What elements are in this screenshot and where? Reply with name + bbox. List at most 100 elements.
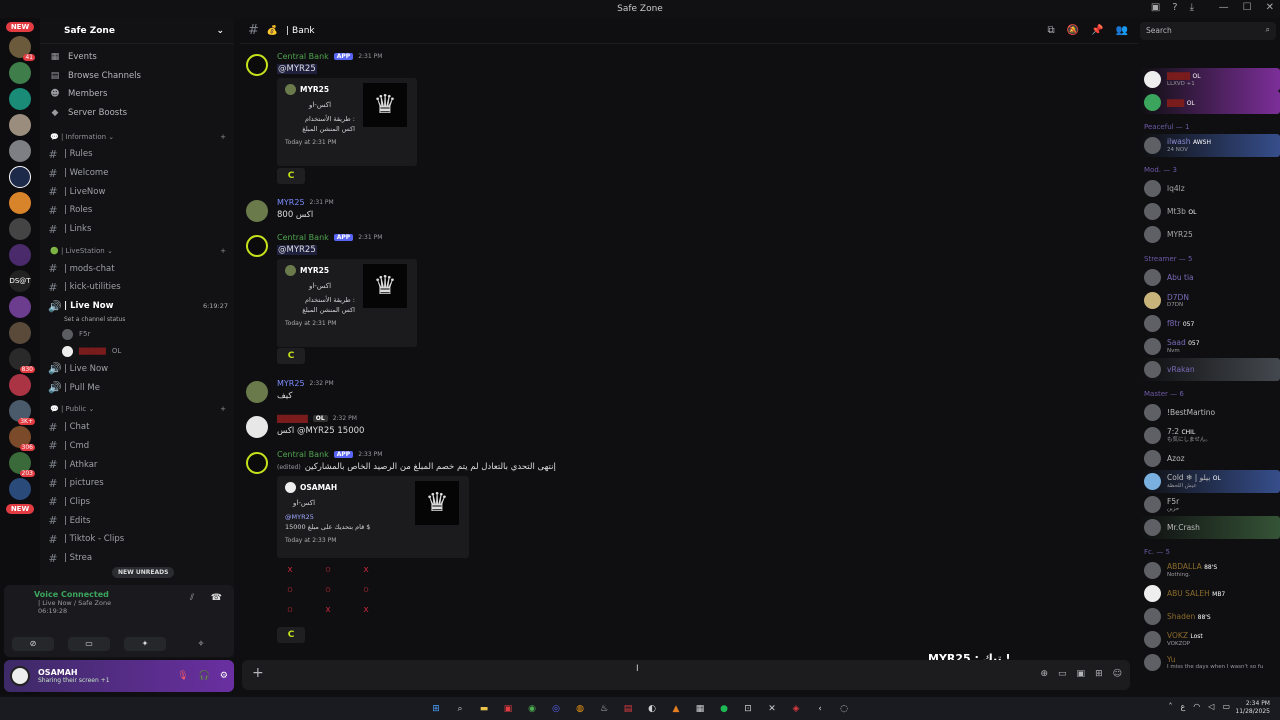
message-body[interactable]: اكس @MYR25 15000 <box>277 426 364 436</box>
message-author[interactable]: Central Bank <box>277 450 329 459</box>
guild-header[interactable]: Safe Zone ⌄ <box>40 18 234 44</box>
avatar[interactable] <box>10 666 30 686</box>
board-cell[interactable]: o <box>277 603 303 617</box>
message-body[interactable]: اكس 800 <box>277 210 313 220</box>
channel-mods-chat[interactable]: # | mods-chat <box>40 259 234 278</box>
board-cell[interactable]: o <box>315 583 341 597</box>
channel-athkar[interactable]: # | Athkar <box>40 455 234 474</box>
avatar[interactable] <box>246 381 268 403</box>
apps-icon[interactable]: ⊞ <box>1095 669 1103 679</box>
soundboard-button[interactable]: ✧ <box>180 637 222 651</box>
message-body[interactable]: @MYR25 <box>277 245 317 255</box>
member-item[interactable]: ▇▇▇ OL <box>1140 91 1280 114</box>
member-item[interactable]: Mt3b OL <box>1140 200 1280 223</box>
board-cell[interactable]: o <box>315 563 341 577</box>
member-item[interactable]: ABU SALEH MB7 <box>1140 582 1280 605</box>
pin-icon[interactable]: 📌 <box>1091 25 1103 36</box>
server-icon[interactable] <box>9 218 31 240</box>
avatar[interactable] <box>246 235 268 257</box>
server-icon[interactable] <box>9 374 31 396</box>
member-item[interactable]: Cold ❄ | بيلو OL عيش اللحظة <box>1140 470 1280 493</box>
board-cell[interactable]: x <box>353 563 379 577</box>
message-author[interactable]: MYR25 <box>277 379 305 388</box>
board-cell[interactable]: o <box>353 583 379 597</box>
search-input[interactable]: Search ⌕ <box>1140 22 1276 40</box>
server-icon[interactable] <box>9 114 31 136</box>
channel-pictures[interactable]: # | pictures <box>40 474 234 493</box>
gear-icon[interactable]: ⚙ <box>220 671 228 681</box>
search-icon[interactable]: ⌕ <box>453 702 467 716</box>
folder-icon[interactable]: ▬ <box>477 702 491 716</box>
app-icon[interactable]: ✕ <box>765 702 779 716</box>
channel-cmd[interactable]: # | Cmd <box>40 437 234 456</box>
server-icon[interactable] <box>9 296 31 318</box>
member-item[interactable]: Azoz <box>1140 447 1280 470</box>
category-public[interactable]: 💬 | Public ⌄ + <box>40 401 234 418</box>
nav-events[interactable]: ▦ Events <box>40 48 234 67</box>
member-item[interactable]: MYR25 <box>1140 223 1280 246</box>
help-icon[interactable]: ? <box>1172 2 1177 13</box>
add-channel-icon[interactable]: + <box>220 133 226 141</box>
noise-suppression-icon[interactable]: ⫽ <box>190 593 194 603</box>
server-icon[interactable]: 41 <box>9 36 35 61</box>
volume-icon[interactable]: ◁ <box>1208 702 1214 711</box>
message-author-redacted[interactable]: ▇▇▇▇▇ <box>277 414 308 423</box>
screen-share-button[interactable]: ▭ <box>68 637 110 651</box>
add-attachment-icon[interactable]: + <box>252 665 264 681</box>
wifi-icon[interactable]: ◠ <box>1193 702 1200 711</box>
start-icon[interactable]: ⊞ <box>429 702 443 716</box>
board-cell[interactable]: x <box>277 563 303 577</box>
app-icon[interactable]: ▤ <box>621 702 635 716</box>
channel-strea[interactable]: # | Strea <box>40 549 234 568</box>
new-unreads-pill[interactable]: NEW UNREADS <box>112 567 175 578</box>
server-icon[interactable] <box>9 322 31 344</box>
app-icon[interactable]: ⊡ <box>741 702 755 716</box>
server-icon[interactable] <box>9 140 31 162</box>
server-icon[interactable] <box>9 192 31 214</box>
channel-tiktok-clips[interactable]: # | Tiktok - Clips <box>40 530 234 549</box>
game-button[interactable]: C <box>277 348 305 364</box>
channel-clips[interactable]: # | Clips <box>40 493 234 512</box>
emoji-icon[interactable]: ☺ <box>1113 669 1122 679</box>
server-icon[interactable]: 203 <box>9 452 35 477</box>
message-author[interactable]: Central Bank <box>277 52 329 61</box>
game-button[interactable]: C <box>277 168 305 184</box>
server-icon[interactable]: 830 <box>9 348 35 373</box>
member-item[interactable]: Shaden 88'S <box>1140 605 1280 628</box>
message-body[interactable]: كيف <box>277 391 292 401</box>
member-item[interactable]: Saad 057 Nvm <box>1140 335 1280 358</box>
channel-livenow[interactable]: # | LiveNow <box>40 182 234 201</box>
member-item[interactable]: lq4lz <box>1140 177 1280 200</box>
gift-icon[interactable]: ⊕ <box>1040 669 1048 679</box>
chrome-icon[interactable]: ◉ <box>525 702 539 716</box>
embed-thumbnail[interactable]: ♛ <box>415 481 459 525</box>
member-item[interactable]: F5r حزين <box>1140 493 1280 516</box>
camera-off-button[interactable]: ⊘ <box>12 637 54 651</box>
member-list-icon[interactable]: 👥 <box>1116 25 1128 36</box>
voice-channel-live-now[interactable]: 🔊 | Live Now 6:19:27 <box>40 297 234 316</box>
member-item[interactable]: vRakan <box>1140 358 1280 381</box>
add-channel-icon[interactable]: + <box>220 405 226 413</box>
disconnect-icon[interactable]: ☎ <box>211 593 222 603</box>
member-item[interactable]: f8tr 057 <box>1140 312 1280 335</box>
server-icon[interactable] <box>9 478 31 500</box>
battery-icon[interactable]: ▭ <box>1222 702 1230 711</box>
server-icon-active[interactable] <box>9 166 31 188</box>
spotify-icon[interactable]: ● <box>717 702 731 716</box>
notification-muted-icon[interactable]: 🔕 <box>1067 25 1079 36</box>
nav-server-boosts[interactable]: ◆ Server Boosts <box>40 104 234 123</box>
server-icon[interactable]: DS@T <box>9 270 31 292</box>
channel-links[interactable]: # | Links <box>40 220 234 239</box>
board-cell[interactable]: x <box>315 603 341 617</box>
language-indicator[interactable]: ع <box>1181 702 1186 711</box>
channel-chat[interactable]: # | Chat <box>40 418 234 437</box>
member-item[interactable]: Abu tia <box>1140 266 1280 289</box>
download-icon[interactable]: ⤓ <box>1190 2 1194 13</box>
channel-welcome[interactable]: # | Welcome <box>40 164 234 183</box>
app-icon[interactable]: ◈ <box>789 702 803 716</box>
add-channel-icon[interactable]: + <box>220 247 226 255</box>
board-cell[interactable]: x <box>353 603 379 617</box>
discord-icon[interactable]: ◎ <box>549 702 563 716</box>
clock[interactable]: 2:34 PM 11/28/2025 <box>1235 700 1270 716</box>
server-icon[interactable]: 306 <box>9 426 35 451</box>
